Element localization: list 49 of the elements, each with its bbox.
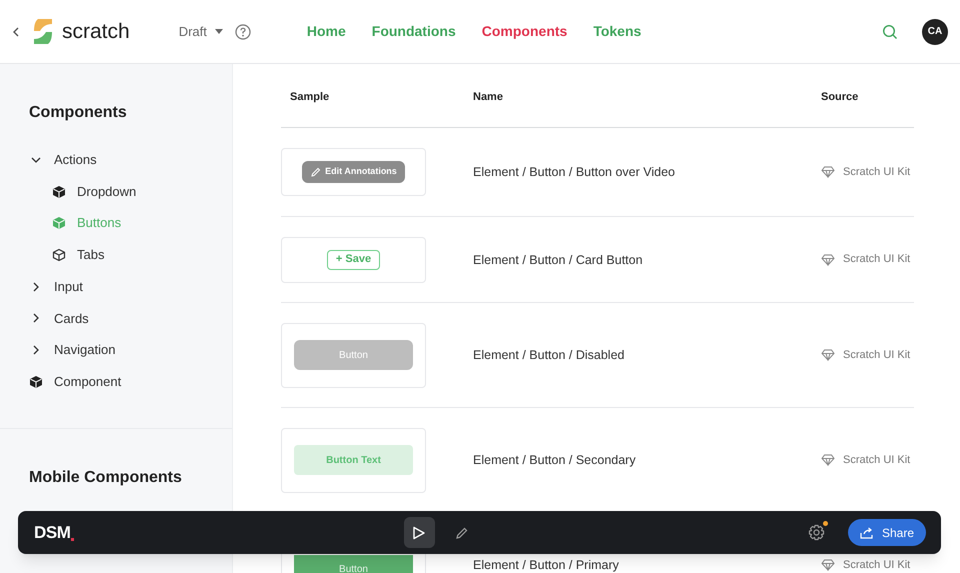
sidebar-item[interactable]: Component [54,372,122,392]
diamond-icon [821,254,835,266]
share-button[interactable]: Share [848,519,926,546]
column-header: Sample [290,90,330,102]
source-label: Scratch UI Kit [843,452,910,468]
cube-icon [52,216,66,230]
component-name: Element / Button / Button over Video [473,165,675,179]
help-icon[interactable] [234,24,251,40]
source-label: Scratch UI Kit [843,348,910,363]
cube-outline-icon [52,248,66,262]
share-icon [860,526,874,538]
sidebar-item[interactable]: Input [54,276,83,296]
diamond-icon [821,454,835,466]
user-avatar[interactable]: CA [922,18,948,44]
sidebar-item[interactable]: Navigation [54,340,116,360]
sidebar-item[interactable]: Cards [54,308,89,328]
source-label: Scratch UI Kit [843,164,910,180]
cube-icon [52,184,66,199]
cube-icon [29,374,43,389]
app-logo-text: scratch [62,18,130,45]
settings-button[interactable] [808,524,825,541]
logo-icon [32,18,54,45]
pencil-icon [310,166,322,178]
component-name: Element / Button / Primary [473,558,619,572]
pencil-icon [455,526,470,540]
sidebar-item[interactable]: Tabs [77,245,104,265]
component-name: Element / Button / Disabled [473,348,624,362]
diamond-icon [821,349,835,361]
caret-icon [214,29,223,34]
column-header: Source [821,90,858,102]
sidebar-item[interactable]: Dropdown [77,182,136,202]
version-dropdown[interactable]: Draft [178,22,223,42]
back-icon[interactable] [12,26,20,38]
sidebar-item[interactable]: Actions [54,150,97,170]
source-label: Scratch UI Kit [843,558,910,573]
dsm-logo: DSM [34,520,74,546]
diamond-icon [821,166,835,178]
source-label: Scratch UI Kit [843,252,910,268]
column-header: Name [473,90,503,102]
component-name: Element / Button / Secondary [473,453,636,467]
play-button[interactable] [404,517,435,548]
diamond-icon [821,559,835,571]
section-heading: Components [29,103,128,123]
play-icon [412,526,426,540]
search-icon[interactable] [882,24,898,40]
settings-icon [808,524,825,541]
component-name: Element / Button / Card Button [473,252,643,266]
nav-link[interactable]: Components [482,21,568,42]
section-heading: Mobile Components [29,468,183,488]
